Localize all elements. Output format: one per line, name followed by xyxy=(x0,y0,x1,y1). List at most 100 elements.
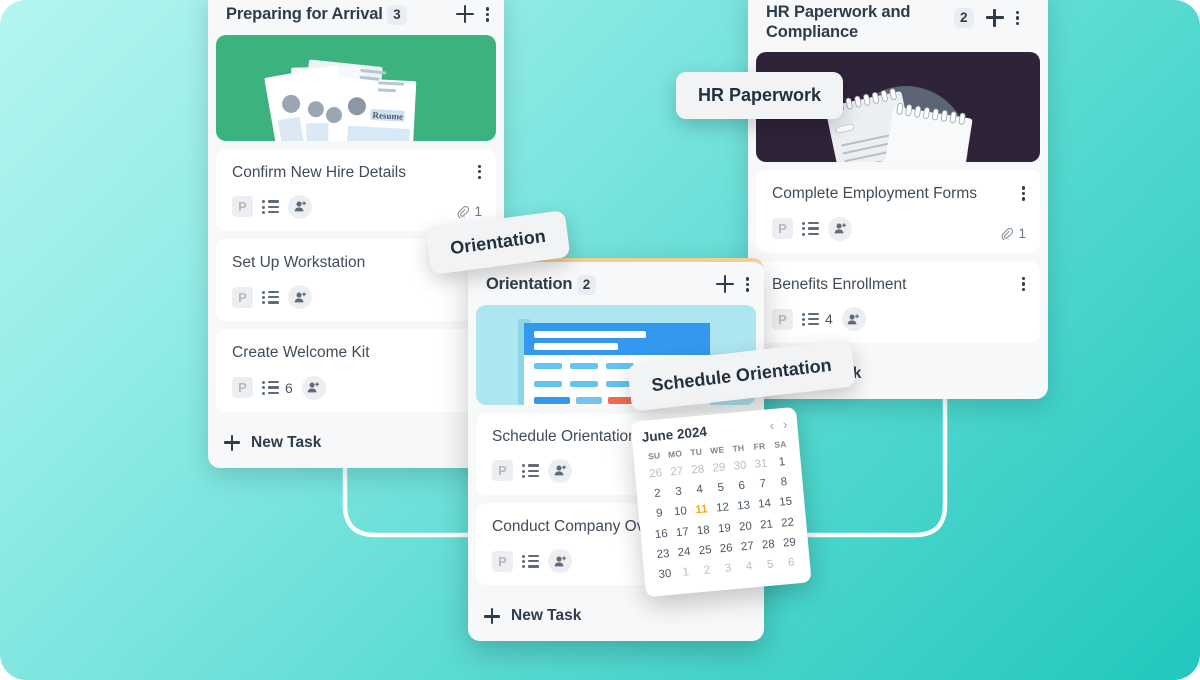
priority-icon[interactable]: P xyxy=(772,218,793,240)
calendar-day[interactable]: 24 xyxy=(673,542,696,564)
calendar-day[interactable]: 11 xyxy=(690,500,713,522)
calendar-day[interactable]: 18 xyxy=(692,520,715,542)
calendar-day[interactable]: 6 xyxy=(730,476,753,498)
calendar-day[interactable]: 25 xyxy=(694,540,717,562)
calendar-day[interactable]: 5 xyxy=(709,478,732,500)
checklist-icon[interactable] xyxy=(522,554,539,569)
attachment-count-text: 1 xyxy=(1018,225,1026,241)
column-menu-button[interactable] xyxy=(486,5,490,23)
calendar-day[interactable]: 14 xyxy=(753,494,776,516)
calendar-day[interactable]: 10 xyxy=(669,502,692,524)
priority-icon[interactable]: P xyxy=(232,196,253,218)
add-assignee-icon[interactable] xyxy=(548,458,572,483)
calendar-day[interactable]: 4 xyxy=(738,556,761,578)
calendar-day[interactable]: 29 xyxy=(778,532,801,554)
calendar-day[interactable]: 17 xyxy=(671,522,694,544)
column-menu-button[interactable] xyxy=(746,275,750,293)
calendar-day[interactable]: 7 xyxy=(752,474,775,496)
calendar-weekday: FR xyxy=(753,440,766,452)
attachment-count: 1 xyxy=(1000,226,1026,241)
date-picker-calendar[interactable]: June 2024 ‹ › SU MO TU WE TH FR SA 26 27 28 29 30 3… xyxy=(630,406,812,597)
checklist-count: 4 xyxy=(825,311,833,327)
add-assignee-icon[interactable] xyxy=(548,549,572,574)
new-task-button[interactable]: New Task xyxy=(208,420,504,468)
column-title: Preparing for Arrival 3 xyxy=(226,4,448,25)
floating-label-hr-paperwork[interactable]: HR Paperwork xyxy=(676,72,844,119)
calendar-day[interactable]: 21 xyxy=(755,514,778,536)
plus-icon xyxy=(224,434,240,451)
calendar-day[interactable]: 28 xyxy=(687,460,710,482)
task-card[interactable]: Confirm New Hire Details P 1 xyxy=(216,148,496,231)
column-title: Orientation 2 xyxy=(486,274,708,295)
task-menu-button[interactable] xyxy=(1022,275,1026,293)
calendar-day[interactable]: 28 xyxy=(757,534,780,556)
calendar-day[interactable]: 29 xyxy=(708,458,731,480)
checklist-icon[interactable] xyxy=(262,200,279,215)
calendar-day[interactable]: 12 xyxy=(711,498,734,520)
task-card[interactable]: Benefits Enrollment P 4 xyxy=(756,260,1040,343)
calendar-day[interactable]: 1 xyxy=(771,452,794,474)
calendar-day[interactable]: 15 xyxy=(774,492,797,514)
calendar-day[interactable]: 27 xyxy=(665,462,688,484)
column-title-text: Preparing for Arrival xyxy=(226,5,383,23)
task-card[interactable]: Complete Employment Forms P 1 xyxy=(756,170,1040,253)
resume-documents-thumbnail: Resume xyxy=(216,34,496,141)
calendar-day[interactable]: 13 xyxy=(732,496,755,518)
checklist-icon[interactable] xyxy=(802,222,819,236)
calendar-day[interactable]: 26 xyxy=(715,538,738,560)
calendar-day[interactable]: 5 xyxy=(759,554,782,576)
checklist-icon[interactable] xyxy=(522,464,539,479)
priority-icon[interactable]: P xyxy=(232,286,253,308)
column-header: HR Paperwork and Compliance 2 xyxy=(748,0,1048,52)
calendar-day[interactable]: 26 xyxy=(644,464,667,486)
calendar-day[interactable]: 16 xyxy=(650,524,673,546)
column-card-count: 3 xyxy=(387,5,407,25)
calendar-day[interactable]: 2 xyxy=(646,484,669,506)
calendar-day[interactable]: 1 xyxy=(675,562,698,584)
calendar-day[interactable]: 30 xyxy=(654,564,677,586)
calendar-day[interactable]: 30 xyxy=(729,456,752,478)
add-assignee-icon[interactable] xyxy=(828,216,852,241)
add-assignee-icon[interactable] xyxy=(301,375,326,400)
new-task-button[interactable]: New Task xyxy=(468,593,764,641)
calendar-day[interactable]: 2 xyxy=(696,560,719,582)
column-header: Orientation 2 xyxy=(468,262,764,305)
priority-icon[interactable]: P xyxy=(232,377,253,399)
new-task-label: New Task xyxy=(251,433,322,451)
task-menu-button[interactable] xyxy=(478,163,482,181)
checklist-icon[interactable] xyxy=(262,381,279,395)
priority-icon[interactable]: P xyxy=(772,308,793,330)
board-canvas: Preparing for Arrival 3 Resume Confirm N… xyxy=(0,0,1200,680)
add-assignee-icon[interactable] xyxy=(288,285,312,310)
calendar-day[interactable]: 23 xyxy=(652,544,675,566)
calendar-day[interactable]: 9 xyxy=(648,504,671,526)
column-menu-button[interactable] xyxy=(1015,9,1020,27)
add-card-button[interactable] xyxy=(716,275,734,294)
column-title-text: HR Paperwork and Compliance xyxy=(766,3,911,42)
svg-text:Resume: Resume xyxy=(372,110,403,122)
floating-label-text: HR Paperwork xyxy=(698,85,822,105)
calendar-day[interactable]: 4 xyxy=(688,480,711,502)
task-menu-button[interactable] xyxy=(1022,184,1026,202)
calendar-day[interactable]: 22 xyxy=(776,512,799,534)
calendar-day[interactable]: 3 xyxy=(667,482,690,504)
add-card-button[interactable] xyxy=(456,5,474,24)
priority-icon[interactable]: P xyxy=(492,550,513,572)
calendar-day[interactable]: 3 xyxy=(717,558,740,580)
add-assignee-icon[interactable] xyxy=(288,194,312,219)
calendar-day-grid[interactable]: 26 27 28 29 30 31 1 2 3 4 5 6 7 8 9 10 11 12 13 14 15 16 17 18 1… xyxy=(644,452,802,585)
add-assignee-icon[interactable] xyxy=(841,307,866,331)
task-card[interactable]: Create Welcome Kit P 6 xyxy=(216,329,496,412)
checklist-icon[interactable] xyxy=(262,290,279,305)
checklist-icon[interactable] xyxy=(802,312,819,327)
calendar-day[interactable]: 8 xyxy=(773,472,796,494)
add-card-button[interactable] xyxy=(985,8,1004,27)
calendar-day[interactable]: 27 xyxy=(736,536,759,558)
calendar-day[interactable]: 6 xyxy=(780,552,803,574)
calendar-day[interactable]: 20 xyxy=(734,516,757,538)
calendar-day[interactable]: 31 xyxy=(750,454,773,476)
chevron-left-icon[interactable]: ‹ xyxy=(769,418,775,433)
chevron-right-icon[interactable]: › xyxy=(782,417,788,432)
priority-icon[interactable]: P xyxy=(492,460,513,482)
calendar-day[interactable]: 19 xyxy=(713,518,736,540)
